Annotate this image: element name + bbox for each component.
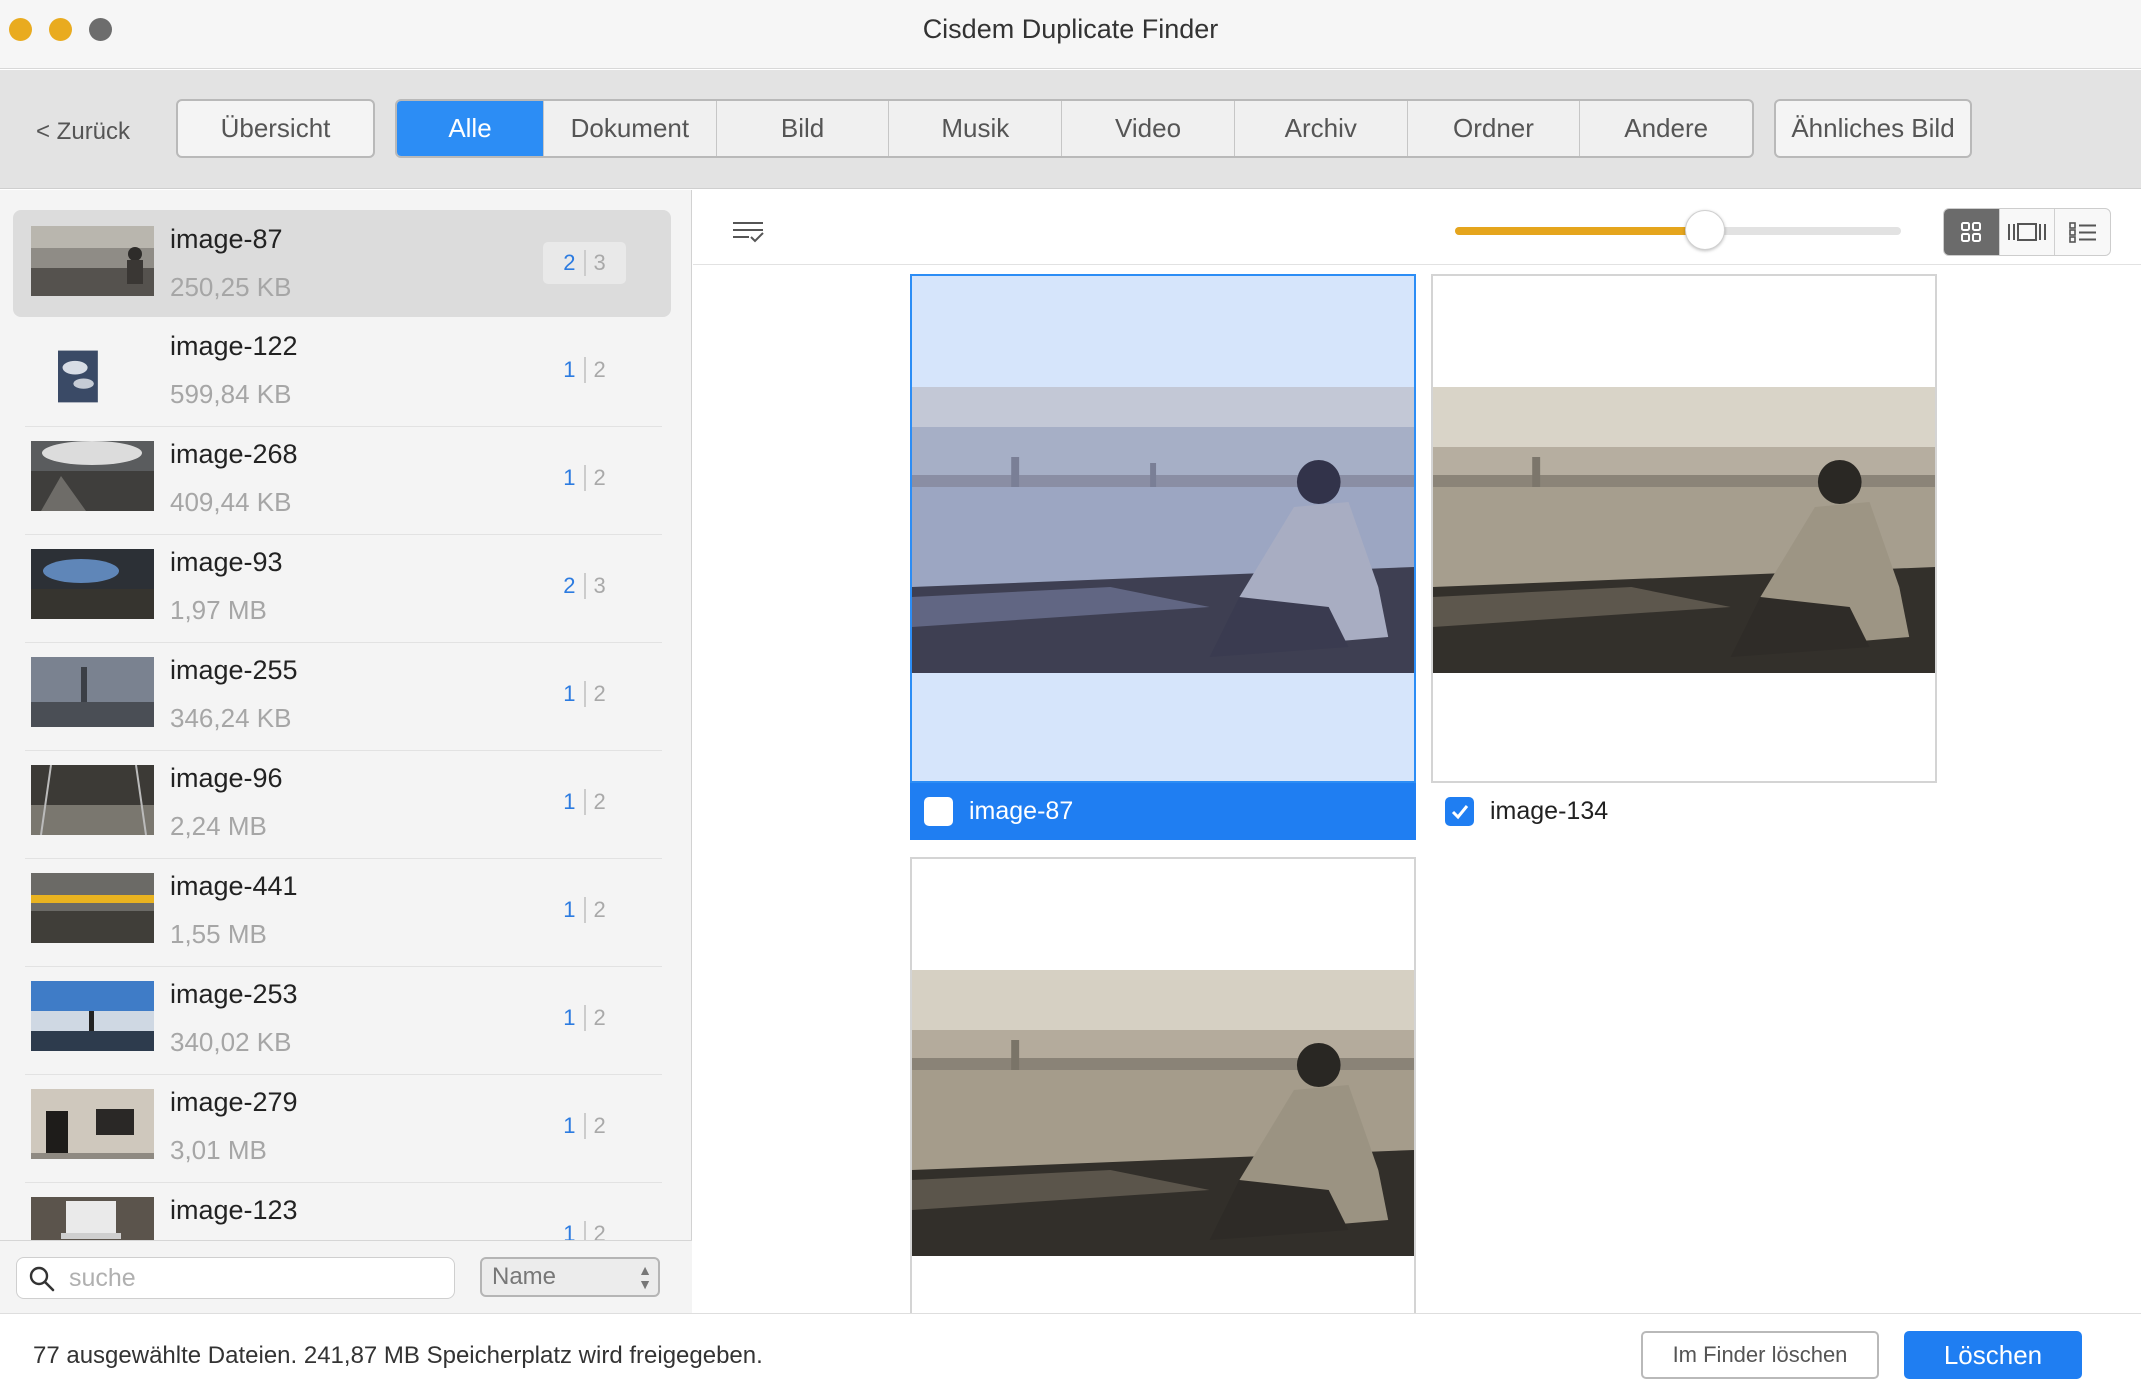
duplicate-count: 12 bbox=[563, 465, 606, 491]
list-item[interactable]: image-255 346,24 KB 12 bbox=[13, 641, 671, 748]
image-caption[interactable]: image-87 bbox=[910, 783, 1416, 840]
category-toolbar: < Zurück Übersicht Alle Dokument Bild Mu… bbox=[0, 70, 2141, 189]
image-thumbnail bbox=[31, 226, 154, 296]
sort-select[interactable]: Name ▲ ▼ bbox=[480, 1257, 660, 1297]
status-bar: 77 ausgewählte Dateien. 241,87 MB Speich… bbox=[0, 1313, 2141, 1385]
list-view-button[interactable] bbox=[2055, 209, 2110, 255]
list-item[interactable]: image-268 409,44 KB 12 bbox=[13, 425, 671, 532]
image-filename: image-134 bbox=[1490, 797, 1609, 825]
image-thumbnail bbox=[58, 350, 98, 403]
window-title: Cisdem Duplicate Finder bbox=[922, 14, 1219, 44]
item-name: image-93 bbox=[170, 547, 283, 577]
list-item[interactable]: image-253 340,02 KB 12 bbox=[13, 965, 671, 1072]
search-field[interactable] bbox=[16, 1257, 455, 1299]
image-thumbnail bbox=[31, 981, 154, 1051]
image-preview bbox=[912, 970, 1414, 1256]
tab-ordner[interactable]: Ordner bbox=[1408, 101, 1581, 156]
item-name: image-96 bbox=[170, 763, 283, 793]
checkmark-icon bbox=[1451, 804, 1468, 819]
back-button[interactable]: < Zurück bbox=[36, 118, 130, 146]
search-icon bbox=[29, 1266, 55, 1292]
stepper-arrows-icon: ▲ ▼ bbox=[638, 1262, 652, 1292]
list-item[interactable]: image-441 1,55 MB 12 bbox=[13, 857, 671, 964]
image-filename: image-87 bbox=[969, 797, 1074, 825]
title-bar: Cisdem Duplicate Finder bbox=[0, 0, 2141, 69]
thumbnail-size-slider[interactable] bbox=[1455, 210, 1901, 250]
similar-image-button[interactable]: Ähnliches Bild bbox=[1774, 99, 1972, 158]
list-item[interactable]: image-279 3,01 MB 12 bbox=[13, 1073, 671, 1180]
item-name: image-87 bbox=[170, 224, 283, 254]
filmstrip-view-button[interactable] bbox=[2000, 209, 2056, 255]
duplicate-count: 12 bbox=[563, 1113, 606, 1139]
list-item[interactable]: image-122 599,84 KB 12 bbox=[13, 317, 671, 424]
item-size: 599,84 KB bbox=[170, 379, 292, 409]
list-view-icon bbox=[2068, 222, 2096, 243]
item-size: 409,44 KB bbox=[170, 487, 292, 517]
preview-toolbar bbox=[693, 190, 2141, 265]
tab-andere[interactable]: Andere bbox=[1580, 101, 1752, 156]
item-name: image-253 bbox=[170, 979, 298, 1009]
image-thumbnail bbox=[31, 765, 154, 835]
duplicate-count: 12 bbox=[563, 1005, 606, 1031]
list-item[interactable]: image-93 1,97 MB 23 bbox=[13, 533, 671, 640]
tab-bild[interactable]: Bild bbox=[717, 101, 890, 156]
item-size: 3,01 MB bbox=[170, 1135, 267, 1165]
preview-pane: image-87 image-134 bbox=[693, 190, 2141, 1317]
item-name: image-255 bbox=[170, 655, 298, 685]
view-mode-switch bbox=[1943, 208, 2111, 256]
duplicate-count: 23 bbox=[563, 573, 606, 599]
delete-in-finder-button[interactable]: Im Finder löschen bbox=[1641, 1331, 1879, 1379]
duplicate-count: 12 bbox=[563, 357, 606, 383]
list-item[interactable]: image-87 250,25 KB 23 bbox=[13, 210, 671, 317]
image-thumbnail bbox=[31, 1089, 154, 1159]
image-preview bbox=[912, 387, 1414, 673]
item-size: 1,97 MB bbox=[170, 595, 267, 625]
sidebar-footer: Name ▲▼ bbox=[0, 1240, 692, 1313]
select-checkbox[interactable] bbox=[1445, 797, 1474, 826]
duplicate-count: 12 bbox=[563, 681, 606, 707]
image-card[interactable] bbox=[910, 857, 1416, 1317]
item-size: 1,55 MB bbox=[170, 919, 267, 949]
image-caption[interactable]: image-134 bbox=[1431, 783, 1937, 840]
duplicate-group-list: image-87 250,25 KB 23 image-122 599,84 K… bbox=[0, 190, 692, 1313]
overview-button[interactable]: Übersicht bbox=[176, 99, 375, 158]
select-rule-icon[interactable] bbox=[731, 220, 765, 246]
list-item[interactable]: image-96 2,24 MB 12 bbox=[13, 749, 671, 856]
tab-video[interactable]: Video bbox=[1062, 101, 1235, 156]
delete-button[interactable]: Löschen bbox=[1904, 1331, 2082, 1379]
slider-knob[interactable] bbox=[1684, 210, 1725, 250]
image-thumbnail bbox=[31, 441, 154, 511]
tab-dokument[interactable]: Dokument bbox=[544, 101, 717, 156]
duplicate-count: 23 bbox=[543, 242, 626, 284]
image-preview bbox=[1433, 387, 1935, 673]
selection-summary: 77 ausgewählte Dateien. 241,87 MB Speich… bbox=[33, 1342, 763, 1369]
duplicate-count: 12 bbox=[563, 789, 606, 815]
grid-view-icon bbox=[1961, 222, 1982, 242]
item-size: 250,25 KB bbox=[170, 272, 292, 302]
item-name: image-279 bbox=[170, 1087, 298, 1117]
tab-alle[interactable]: Alle bbox=[397, 101, 544, 156]
item-name: image-268 bbox=[170, 439, 298, 469]
item-name: image-441 bbox=[170, 871, 298, 901]
select-checkbox[interactable] bbox=[924, 797, 953, 826]
filmstrip-view-icon bbox=[2008, 223, 2046, 241]
category-tabs: Alle Dokument Bild Musik Video Archiv Or… bbox=[395, 99, 1754, 158]
image-thumbnail bbox=[31, 657, 154, 727]
item-size: 340,02 KB bbox=[170, 1027, 292, 1057]
item-name: image-122 bbox=[170, 331, 298, 361]
item-size: 346,24 KB bbox=[170, 703, 292, 733]
image-thumbnail bbox=[31, 873, 154, 943]
grid-view-button[interactable] bbox=[1944, 209, 2000, 255]
item-size: 2,24 MB bbox=[170, 811, 267, 841]
slider-fill bbox=[1455, 227, 1705, 235]
tab-archiv[interactable]: Archiv bbox=[1235, 101, 1408, 156]
search-input[interactable] bbox=[69, 1262, 439, 1294]
image-thumbnail bbox=[31, 549, 154, 619]
sort-select-value: Name bbox=[492, 1263, 557, 1290]
image-card[interactable] bbox=[1431, 274, 1937, 783]
image-card[interactable] bbox=[910, 274, 1416, 783]
item-name: image-123 bbox=[170, 1195, 298, 1225]
tab-musik[interactable]: Musik bbox=[889, 101, 1063, 156]
duplicate-count: 12 bbox=[563, 897, 606, 923]
